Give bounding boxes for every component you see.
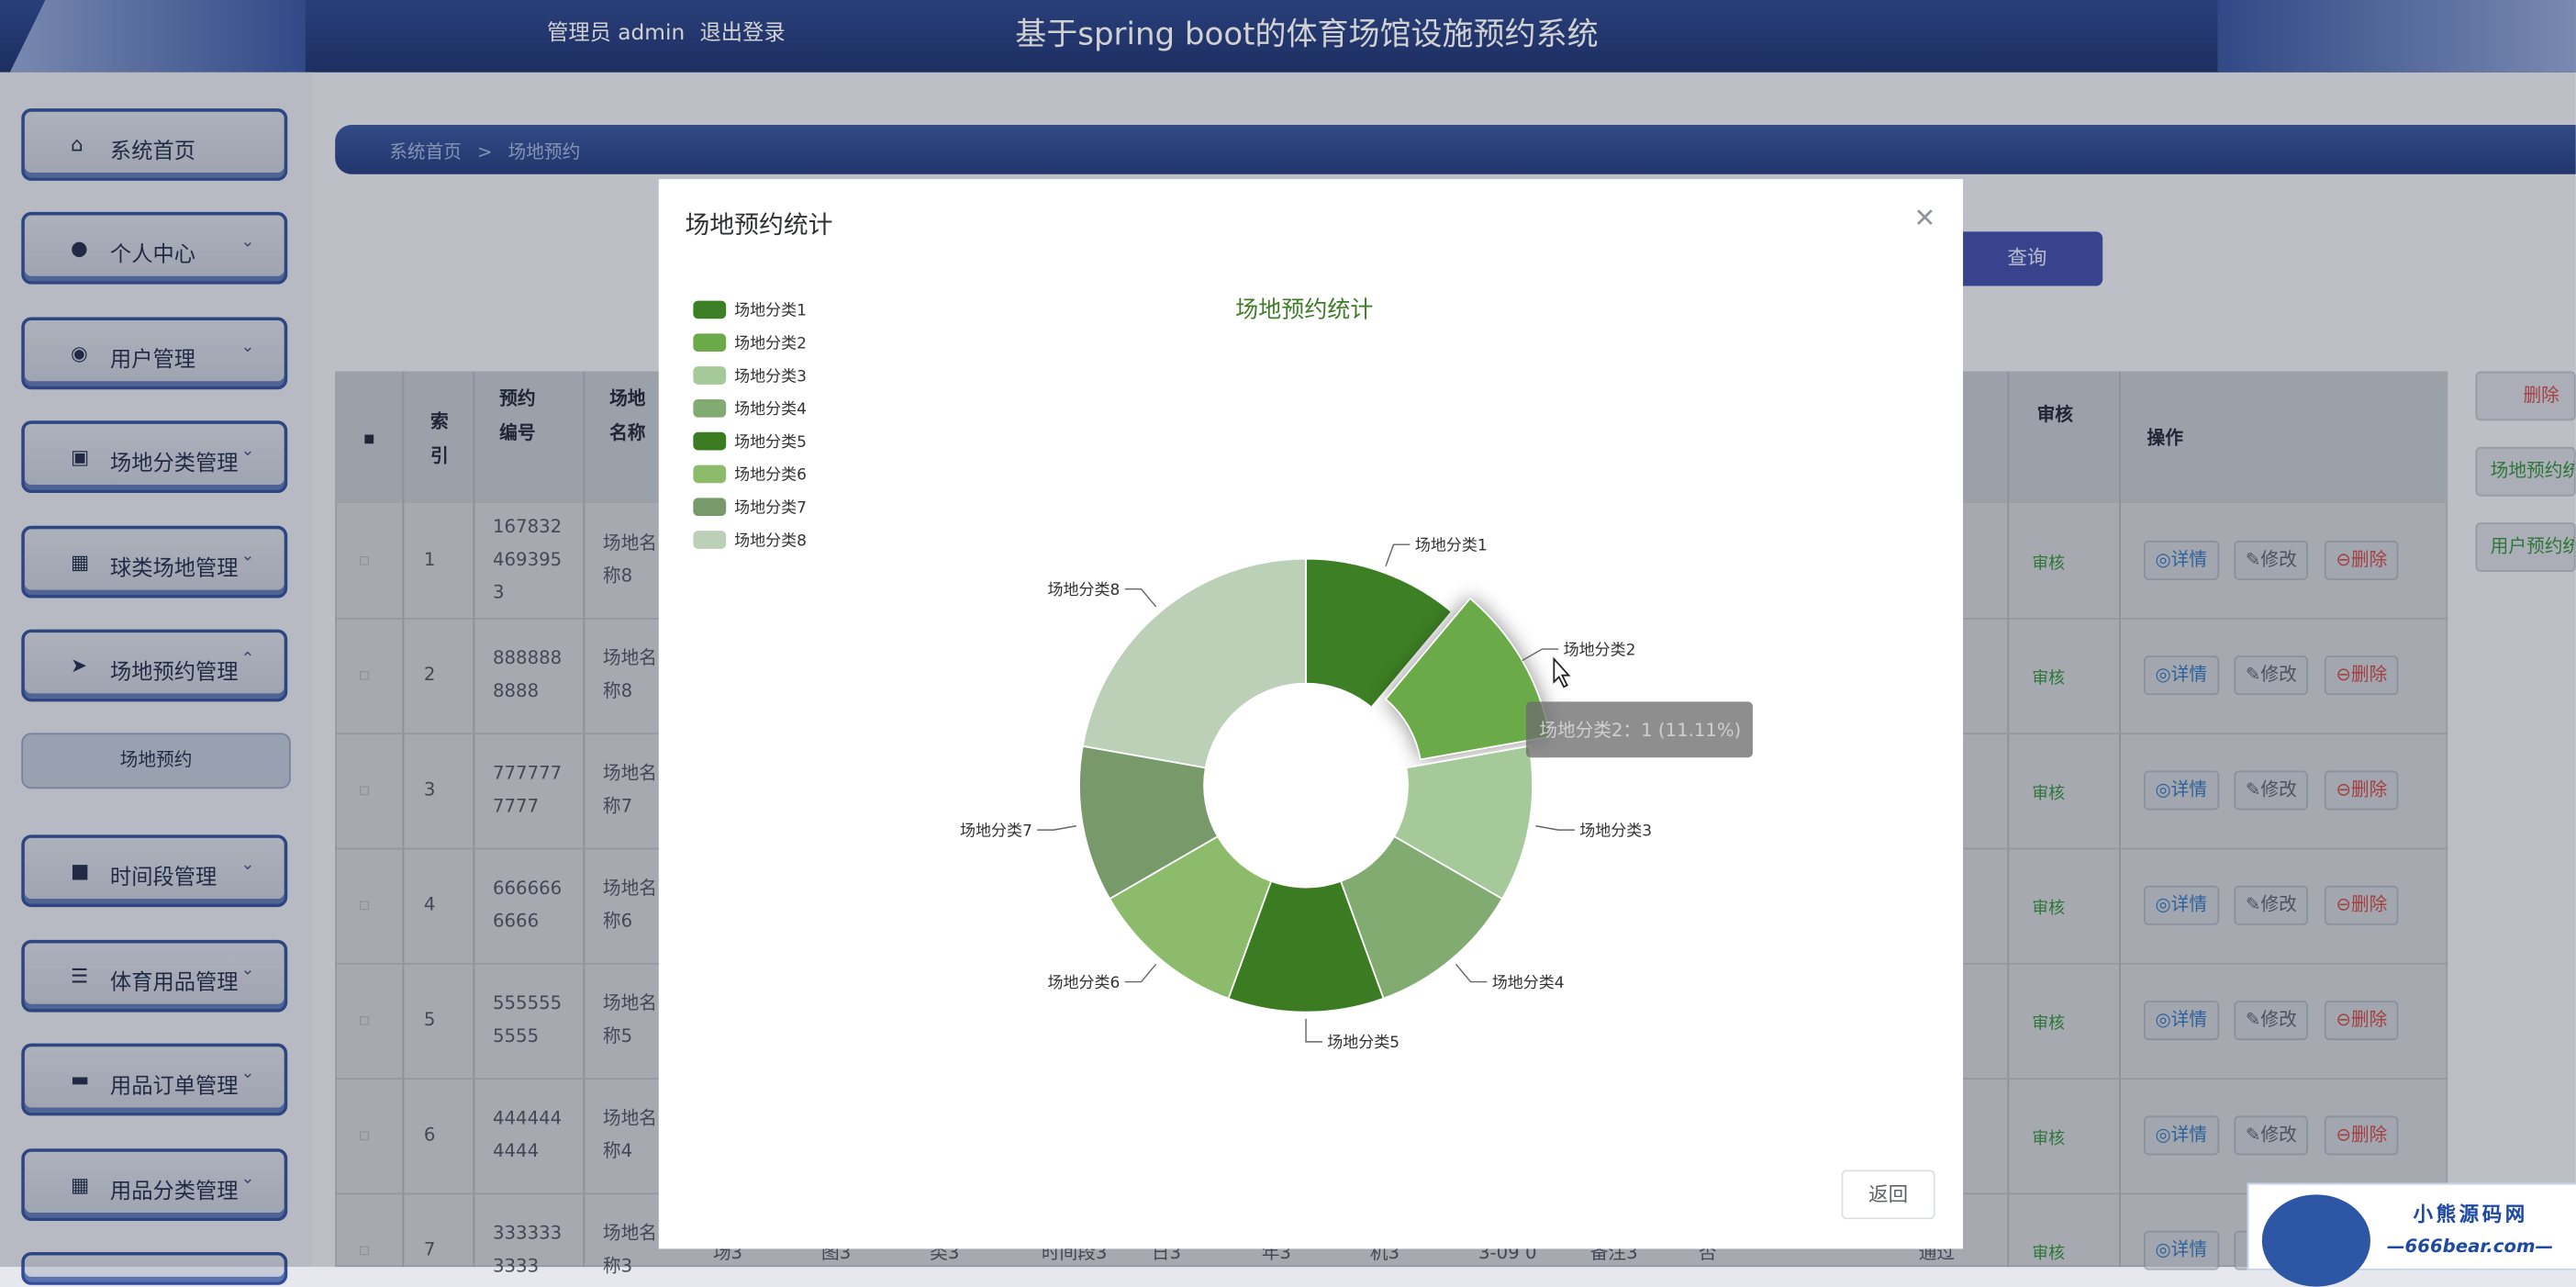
watermark-line1: 小熊源码网	[2413, 1203, 2528, 1226]
label-leader	[1124, 588, 1157, 608]
chart-title: 场地预约统计	[1235, 296, 1373, 322]
legend-label: 场地分类5	[734, 433, 807, 452]
watermark: 小熊源码网 —666bear.com—	[2247, 1182, 2576, 1287]
slice-label: 场地分类7	[960, 822, 1032, 840]
slice-label: 场地分类2	[1564, 641, 1636, 659]
slice-label: 场地分类1	[1415, 536, 1488, 554]
legend-label: 场地分类6	[734, 466, 807, 485]
legend-swatch	[693, 464, 727, 484]
slice-label: 场地分类5	[1327, 1034, 1400, 1052]
legend-label: 场地分类4	[734, 400, 807, 419]
label-leader	[1037, 825, 1076, 831]
legend-label: 场地分类3	[734, 367, 807, 386]
legend-label: 场地分类8	[734, 532, 807, 550]
watermark-line2: —666bear.com—	[2386, 1236, 2554, 1258]
legend-swatch	[693, 398, 727, 418]
slice-label: 场地分类6	[1047, 974, 1120, 992]
label-leader	[1385, 543, 1411, 567]
label-leader	[1535, 825, 1575, 831]
bear-logo-icon	[2261, 1194, 2370, 1287]
legend-swatch	[693, 333, 727, 353]
label-leader	[1455, 963, 1488, 983]
legend-label: 场地分类7	[734, 498, 807, 517]
legend-label: 场地分类1	[734, 302, 807, 320]
hand-cursor-icon	[1553, 656, 1571, 688]
slice-label: 场地分类3	[1579, 822, 1652, 840]
legend-swatch	[693, 366, 727, 385]
legend-swatch	[693, 431, 727, 451]
legend-swatch	[693, 300, 727, 319]
label-leader	[1124, 963, 1157, 983]
tooltip-text: 场地分类2：1 (11.11%)	[1539, 720, 1741, 741]
pie-chart: 场地预约统计场地分类1场地分类2场地分类3场地分类4场地分类5场地分类6场地分类…	[693, 296, 1753, 1052]
label-leader	[1522, 648, 1559, 662]
slice-label: 场地分类4	[1492, 974, 1565, 992]
legend-swatch	[693, 498, 727, 517]
app-root: 管理员 admin 退出登录 基于spring boot的体育场馆设施预约系统 …	[0, 0, 2576, 1287]
stats-dialog: 场地预约统计 ✕ 场地预约统计 场地分类1 场地分类2 场地分类3 场地分类4 场地分类5…	[658, 179, 1964, 1249]
legend-swatch	[693, 531, 727, 549]
slice-label: 场地分类8	[1047, 581, 1120, 599]
return-button[interactable]: 返回	[1841, 1169, 1935, 1220]
legend-label: 场地分类2	[734, 334, 807, 353]
label-leader	[1305, 1018, 1322, 1043]
